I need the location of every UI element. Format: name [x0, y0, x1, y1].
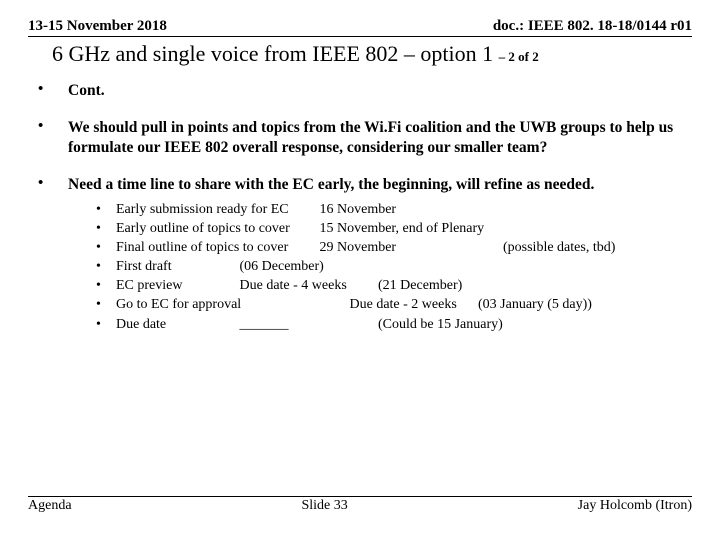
list-item: • Cont. [34, 81, 692, 100]
sub-label: Due date [116, 316, 236, 334]
sub-label: Go to EC for approval [116, 296, 346, 314]
bullet-icon: • [96, 220, 116, 238]
bullet-icon: • [96, 296, 116, 314]
bullet-text: We should pull in points and topics from… [68, 118, 692, 157]
title-suffix: – 2 of 2 [499, 49, 539, 64]
bullet-text: Cont. [68, 81, 692, 100]
bullet-icon: • [34, 175, 68, 335]
bullet-text: Need a time line to share with the EC ea… [68, 175, 692, 335]
sub-label: Early outline of topics to cover [116, 220, 316, 238]
bullet-icon: • [34, 118, 68, 157]
footer-left: Agenda [28, 498, 72, 514]
bullet-icon: • [96, 258, 116, 276]
header-docnum: doc.: IEEE 802. 18-18/0144 r01 [493, 18, 692, 35]
title-main: 6 GHz and single voice from IEEE 802 – o… [52, 41, 493, 66]
list-item: • We should pull in points and topics fr… [34, 118, 692, 157]
sub-note: (Could be 15 January) [378, 317, 503, 332]
sub-note: (21 December) [378, 278, 462, 293]
header: 13-15 November 2018 doc.: IEEE 802. 18-1… [28, 18, 692, 37]
bullet-icon: • [96, 239, 116, 257]
sub-item: •Early submission ready for EC 16 Novemb… [96, 201, 692, 219]
sub-detail: 16 November [320, 202, 397, 217]
sub-note: (03 January (5 day)) [478, 297, 592, 312]
sub-detail: 15 November, end of Plenary [320, 221, 485, 236]
footer-center: Slide 33 [301, 498, 347, 514]
sub-label: EC preview [116, 277, 236, 295]
sub-list: •Early submission ready for EC 16 Novemb… [96, 201, 692, 334]
list-item: • Need a time line to share with the EC … [34, 175, 692, 335]
sub-detail: (06 December) [240, 259, 324, 274]
sub-detail: Due date - 2 weeks [350, 296, 475, 314]
bullet-main-text: Need a time line to share with the EC ea… [68, 176, 594, 193]
header-date: 13-15 November 2018 [28, 18, 167, 35]
sub-item: •Final outline of topics to cover 29 Nov… [96, 239, 692, 257]
sub-item: •EC preview Due date - 4 weeks (21 Decem… [96, 277, 692, 295]
sub-item: •Go to EC for approval Due date - 2 week… [96, 296, 692, 314]
sub-item: •First draft (06 December) [96, 258, 692, 276]
sub-item: •Early outline of topics to cover 15 Nov… [96, 220, 692, 238]
sub-note: (possible dates, tbd) [503, 240, 615, 255]
sub-detail: Due date - 4 weeks [240, 277, 375, 295]
sub-detail: 29 November [320, 239, 500, 257]
sub-label: First draft [116, 258, 236, 276]
bullet-icon: • [34, 81, 68, 100]
footer: Agenda Slide 33 Jay Holcomb (Itron) [28, 496, 692, 514]
bullet-icon: • [96, 201, 116, 219]
footer-right: Jay Holcomb (Itron) [578, 498, 692, 514]
sub-detail: _______ [240, 316, 375, 334]
sub-label: Early submission ready for EC [116, 201, 316, 219]
sub-label: Final outline of topics to cover [116, 239, 316, 257]
main-list: • Cont. • We should pull in points and t… [34, 81, 692, 335]
sub-item: •Due date _______ (Could be 15 January) [96, 316, 692, 334]
slide-title: 6 GHz and single voice from IEEE 802 – o… [28, 41, 692, 67]
bullet-icon: • [96, 316, 116, 334]
bullet-icon: • [96, 277, 116, 295]
